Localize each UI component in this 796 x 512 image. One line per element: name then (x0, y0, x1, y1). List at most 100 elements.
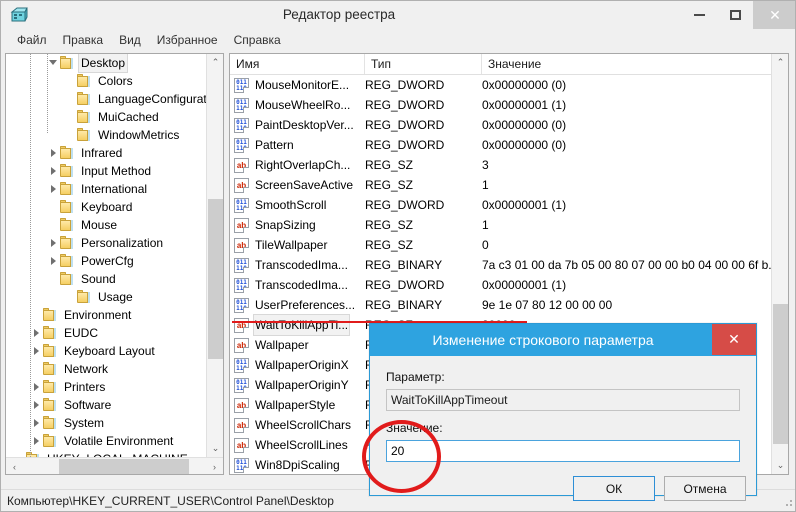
tree-guide (48, 198, 59, 216)
menu-item-0[interactable]: Файл (9, 31, 55, 49)
table-row[interactable]: 011 110 SmoothScroll REG_DWORD 0x00000001 (1… (230, 195, 772, 215)
expand-collapse-icon[interactable] (48, 144, 59, 162)
registry-tree-pane: DesktopColors LanguageConfiguration MuiCac… (5, 53, 224, 475)
values-scroll-up-icon[interactable]: ⌃ (772, 54, 788, 71)
table-row[interactable]: 011 110 Pattern REG_DWORD 0x00000000 (0) (230, 135, 772, 155)
table-row[interactable]: ab ScreenSaveActive REG_SZ 1 (230, 175, 772, 195)
folder-icon (59, 236, 75, 250)
table-row[interactable]: 011 110 TranscodedIma... REG_DWORD 0x0000000… (230, 275, 772, 295)
value-name: WheelScrollLines (255, 438, 348, 452)
param-name-label: Параметр: (386, 370, 445, 384)
tree-scroll-up-icon[interactable]: ⌃ (207, 54, 223, 71)
table-row[interactable]: ab SnapSizing REG_SZ 1 (230, 215, 772, 235)
tree-vertical-scrollbar[interactable]: ⌃ ⌄ (206, 54, 223, 457)
ok-button[interactable]: ОК (573, 476, 655, 501)
tree-item-21[interactable]: Volatile Environment (6, 432, 207, 450)
expand-collapse-icon[interactable] (31, 324, 42, 342)
tree-item-0[interactable]: Desktop (6, 54, 207, 73)
expand-collapse-icon[interactable] (48, 234, 59, 252)
value-type: REG_DWORD (365, 118, 445, 132)
table-row[interactable]: 011 110 UserPreferences... REG_BINARY 9e 1e … (230, 295, 772, 315)
expand-collapse-icon[interactable] (31, 378, 42, 396)
menu-item-1[interactable]: Правка (55, 31, 112, 49)
dialog-close-button[interactable]: ✕ (712, 324, 756, 355)
expand-collapse-icon[interactable] (31, 342, 42, 360)
value-name: WheelScrollChars (255, 418, 352, 432)
tree-scroll-thumb[interactable] (208, 199, 223, 359)
table-row[interactable]: 011 110 MouseMonitorE... REG_DWORD 0x0000000… (230, 75, 772, 95)
tree-scroll-left-icon[interactable]: ‹ (6, 458, 23, 474)
column-header-type[interactable]: Тип (365, 54, 482, 74)
tree-item-10[interactable]: Personalization (6, 234, 207, 252)
tree-hscroll-thumb[interactable] (59, 459, 189, 474)
resize-grip-icon[interactable] (782, 496, 794, 508)
binary-value-icon: 011 110 (234, 457, 249, 473)
tree-item-13[interactable]: Usage (6, 288, 207, 306)
tree-item-7[interactable]: International (6, 180, 207, 198)
tree-item-8[interactable]: Keyboard (6, 198, 207, 216)
table-row[interactable]: ab RightOverlapCh... REG_SZ 3 (230, 155, 772, 175)
value-data: 3 (482, 158, 489, 172)
tree-item-5[interactable]: Infrared (6, 144, 207, 162)
expand-collapse-icon[interactable] (48, 252, 59, 270)
tree-scroll-down-icon[interactable]: ⌄ (207, 440, 223, 457)
tree-item-label: Infrared (81, 146, 123, 160)
tree-item-20[interactable]: System (6, 414, 207, 432)
tree-item-11[interactable]: PowerCfg (6, 252, 207, 270)
expand-collapse-icon[interactable] (48, 54, 59, 72)
window-title: Редактор реестра (282, 7, 396, 22)
menu-item-2[interactable]: Вид (111, 31, 149, 49)
expand-collapse-icon[interactable] (48, 180, 59, 198)
expand-collapse-icon[interactable] (31, 414, 42, 432)
tree-item-label: Mouse (81, 218, 118, 232)
values-vertical-scrollbar[interactable]: ⌃ ⌄ (771, 54, 788, 474)
value-data: 1 (482, 178, 489, 192)
value-type: REG_DWORD (365, 198, 445, 212)
tree-item-2[interactable]: LanguageConfiguration (6, 90, 207, 108)
tree-item-1[interactable]: Colors (6, 72, 207, 90)
tree-item-label: Network (64, 362, 109, 376)
values-scroll-thumb[interactable] (773, 304, 788, 444)
tree-item-16[interactable]: Keyboard Layout (6, 342, 207, 360)
binary-value-icon: 011 110 (234, 117, 249, 133)
maximize-button[interactable] (717, 1, 753, 29)
tree-item-18[interactable]: Printers (6, 378, 207, 396)
cancel-button[interactable]: Отмена (664, 476, 746, 501)
close-button[interactable]: ✕ (753, 1, 795, 29)
tree-scroll-right-icon[interactable]: › (206, 458, 223, 474)
dialog-title-bar: Изменение строкового параметра ✕ (370, 324, 756, 356)
tree-guide (48, 216, 59, 234)
table-row[interactable]: 011 110 TranscodedIma... REG_BINARY 7a c3 01… (230, 255, 772, 275)
expand-collapse-icon[interactable] (48, 162, 59, 180)
column-header-name[interactable]: Имя (230, 54, 365, 74)
menu-item-4[interactable]: Справка (226, 31, 289, 49)
table-row[interactable]: 011 110 MouseWheelRo... REG_DWORD 0x00000001… (230, 95, 772, 115)
tree-item-15[interactable]: EUDC (6, 324, 207, 342)
tree-guide (48, 270, 59, 288)
tree-item-12[interactable]: Sound (6, 270, 207, 288)
param-name-field[interactable]: WaitToKillAppTimeout (386, 389, 740, 411)
expand-collapse-icon[interactable] (31, 396, 42, 414)
value-data: 0 (482, 238, 489, 252)
tree-item-3[interactable]: MuiCached (6, 108, 207, 126)
tree-item-6[interactable]: Input Method (6, 162, 207, 180)
tree-item-9[interactable]: Mouse (6, 216, 207, 234)
tree-horizontal-scrollbar[interactable]: ‹ › (6, 457, 223, 474)
column-header-value[interactable]: Значение (482, 54, 772, 74)
folder-icon (59, 164, 75, 178)
table-row[interactable]: 011 110 PaintDesktopVer... REG_DWORD 0x00000… (230, 115, 772, 135)
value-name: WaitToKillAppTi... (253, 314, 351, 336)
tree-guide (65, 108, 76, 126)
minimize-button[interactable] (681, 1, 717, 29)
table-row[interactable]: ab TileWallpaper REG_SZ 0 (230, 235, 772, 255)
registry-tree: DesktopColors LanguageConfiguration MuiCac… (6, 54, 207, 458)
menu-item-3[interactable]: Избранное (149, 31, 226, 49)
folder-icon (76, 128, 92, 142)
values-scroll-down-icon[interactable]: ⌄ (772, 457, 788, 474)
tree-item-17[interactable]: Network (6, 360, 207, 378)
expand-collapse-icon[interactable] (31, 432, 42, 450)
tree-item-14[interactable]: Environment (6, 306, 207, 324)
tree-item-19[interactable]: Software (6, 396, 207, 414)
tree-item-4[interactable]: WindowMetrics (6, 126, 207, 144)
tree-item-label: Input Method (81, 164, 152, 178)
